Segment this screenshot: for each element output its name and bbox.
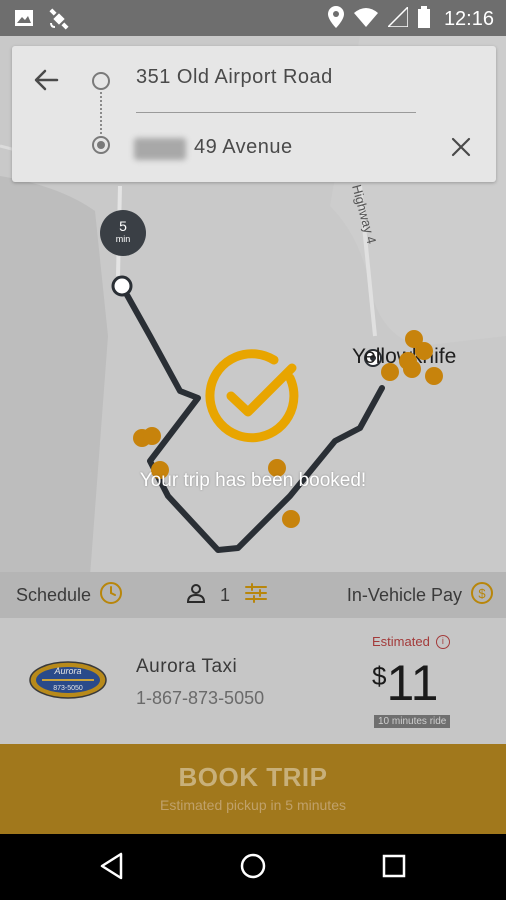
book-trip-label: BOOK TRIP bbox=[178, 762, 328, 792]
passenger-option[interactable]: 1 bbox=[186, 572, 268, 618]
book-trip-button[interactable]: BOOK TRIP Estimated pickup in 5 minutes bbox=[0, 744, 506, 834]
image-icon bbox=[14, 8, 34, 34]
satellite-icon bbox=[48, 8, 70, 34]
back-triangle-icon bbox=[99, 852, 125, 884]
redacted-address-number bbox=[134, 138, 186, 160]
status-time: 12:16 bbox=[443, 7, 494, 30]
back-arrow-icon bbox=[33, 69, 59, 95]
dollar-circle-icon: $ bbox=[470, 581, 494, 610]
success-check-icon bbox=[204, 348, 302, 446]
company-name: Aurora Taxi bbox=[136, 656, 238, 677]
status-bar: 12:16 bbox=[0, 0, 506, 36]
svg-text:Aurora: Aurora bbox=[53, 666, 81, 676]
fare-price: $ 11 bbox=[372, 654, 438, 712]
home-circle-icon bbox=[239, 852, 267, 884]
nav-back-button[interactable] bbox=[92, 848, 132, 888]
route-divider bbox=[136, 112, 416, 113]
battery-icon bbox=[417, 6, 430, 32]
filter-sliders-icon[interactable] bbox=[244, 582, 268, 608]
vehicle-icon bbox=[381, 363, 399, 381]
route-connector bbox=[100, 92, 102, 134]
app-screen: 12:16 Highway 4 Yellowknife bbox=[0, 0, 506, 900]
back-button[interactable] bbox=[30, 66, 62, 98]
system-nav-bar bbox=[0, 834, 506, 900]
pickup-estimate: Estimated pickup in 5 minutes bbox=[160, 797, 346, 813]
signal-icon bbox=[386, 5, 409, 31]
price-value: 11 bbox=[386, 655, 439, 711]
route-card: 351 Old Airport Road 49 Avenue bbox=[12, 46, 496, 182]
schedule-label: Schedule bbox=[16, 584, 92, 605]
wifi-icon bbox=[353, 7, 378, 31]
destination-dot bbox=[92, 136, 110, 154]
passenger-count: 1 bbox=[220, 584, 231, 605]
recents-square-icon bbox=[382, 854, 406, 882]
info-icon[interactable]: i bbox=[435, 634, 450, 649]
route-start-marker bbox=[111, 275, 133, 297]
clear-destination-button[interactable] bbox=[446, 134, 476, 164]
eta-bubble: 5 min bbox=[100, 210, 146, 256]
payment-option[interactable]: In-Vehicle Pay $ bbox=[347, 572, 494, 618]
person-icon bbox=[186, 583, 206, 608]
schedule-option[interactable]: Schedule bbox=[16, 572, 123, 618]
estimated-text: Estimated bbox=[372, 634, 430, 649]
eta-value: 5 bbox=[119, 218, 127, 234]
vehicle-icon bbox=[425, 367, 443, 385]
trip-options-bar: Schedule 1 In-Vehicle Pay $ bbox=[0, 572, 506, 618]
vehicle-icon bbox=[403, 360, 421, 378]
location-icon bbox=[327, 6, 344, 32]
close-icon bbox=[451, 137, 471, 161]
nav-recents-button[interactable] bbox=[374, 848, 414, 888]
payment-label: In-Vehicle Pay bbox=[346, 584, 462, 605]
origin-dot bbox=[92, 72, 110, 90]
ride-duration-badge: 10 minutes ride bbox=[374, 715, 451, 728]
company-logo: Aurora 873-5050 bbox=[28, 660, 108, 700]
nav-home-button[interactable] bbox=[233, 848, 273, 888]
estimated-label: Estimated i bbox=[372, 634, 450, 649]
vehicle-icon bbox=[143, 427, 161, 445]
origin-field[interactable]: 351 Old Airport Road bbox=[136, 66, 333, 89]
eta-unit: min bbox=[115, 234, 131, 244]
clock-icon bbox=[99, 581, 123, 610]
price-currency: $ bbox=[372, 661, 387, 691]
booking-success-message: Your trip has been booked! bbox=[139, 470, 367, 491]
destination-field[interactable]: 49 Avenue bbox=[194, 136, 293, 159]
vehicle-icon bbox=[415, 342, 433, 360]
company-phone[interactable]: 1-867-873-5050 bbox=[136, 688, 264, 709]
vehicle-icon bbox=[282, 510, 300, 528]
svg-text:873-5050: 873-5050 bbox=[53, 685, 83, 692]
svg-text:$: $ bbox=[478, 586, 486, 601]
